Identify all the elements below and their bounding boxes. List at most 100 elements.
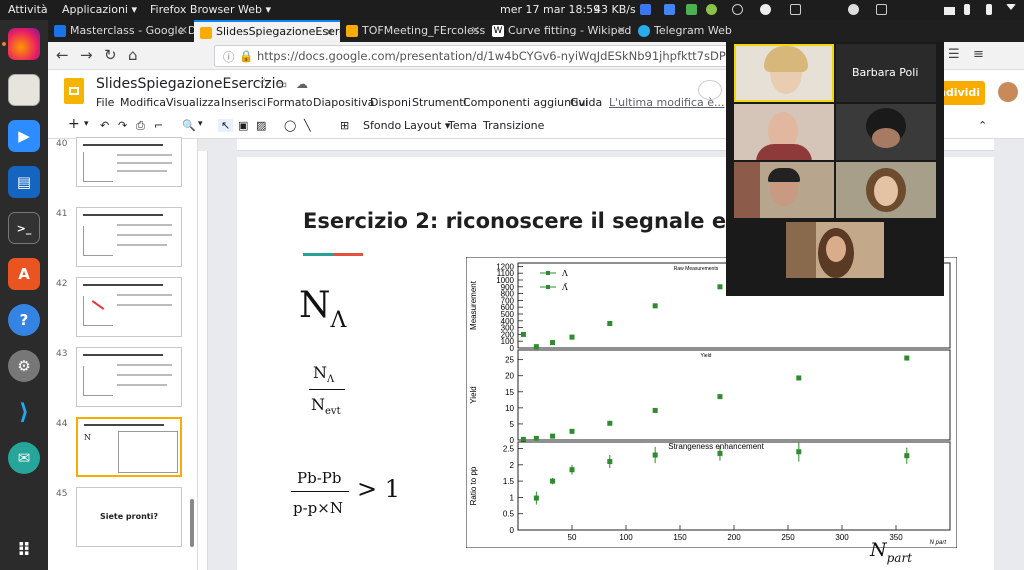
- video-tile-4[interactable]: [734, 162, 834, 218]
- slide-thumbnail-42[interactable]: [76, 277, 182, 337]
- update-tray-icon[interactable]: [706, 4, 717, 15]
- close-tab-icon[interactable]: ✕: [617, 24, 626, 37]
- url-bar[interactable]: ⓘ 🔒 https://docs.google.com/presentation…: [214, 45, 734, 67]
- writer-icon[interactable]: ▤: [8, 166, 40, 198]
- zoom-icon[interactable]: ▶: [8, 120, 40, 152]
- extensions-icon[interactable]: ☰: [948, 47, 960, 62]
- wifi-icon[interactable]: [944, 4, 955, 15]
- volume-icon[interactable]: [964, 4, 970, 15]
- background-button[interactable]: Sfondo: [363, 119, 401, 132]
- activities-button[interactable]: Attività: [8, 3, 48, 16]
- zoom-dropdown-icon[interactable]: ▾: [198, 119, 203, 129]
- software-icon[interactable]: A: [8, 258, 40, 290]
- help-icon[interactable]: ?: [8, 304, 40, 336]
- redo-icon[interactable]: ↷: [118, 119, 127, 132]
- slide-thumbnail-43[interactable]: [76, 347, 182, 407]
- avatar[interactable]: [998, 82, 1018, 102]
- video-tile-1[interactable]: [734, 44, 834, 102]
- slide-thumbnail-40[interactable]: [76, 137, 182, 187]
- paint-format-icon[interactable]: ⌐: [154, 119, 163, 132]
- menu-icon[interactable]: ≡: [973, 47, 984, 62]
- firefox-icon[interactable]: [8, 28, 40, 60]
- home-icon[interactable]: ⌂: [128, 46, 138, 64]
- new-slide-icon[interactable]: +: [68, 116, 80, 132]
- slide-thumbnail-45[interactable]: Siete pronti?: [76, 487, 182, 547]
- shape-icon[interactable]: ◯: [284, 119, 296, 132]
- close-tab-icon[interactable]: ✕: [471, 24, 480, 37]
- video-tile-5[interactable]: [836, 162, 936, 218]
- tab-slides[interactable]: SlidesSpiegazioneEserc ✕: [194, 20, 340, 42]
- tab-masterclass[interactable]: Masterclass - Google D ✕: [48, 20, 194, 42]
- menu-inserisci[interactable]: Inserisci: [221, 96, 266, 109]
- back-icon[interactable]: ←: [56, 46, 69, 64]
- new-slide-dropdown-icon[interactable]: ▾: [84, 119, 89, 129]
- lock-icon[interactable]: 🔒: [239, 49, 253, 63]
- slides-favicon-icon: [346, 25, 358, 37]
- video-call-overlay[interactable]: Barbara Poli: [726, 42, 944, 296]
- zoom-tray-icon[interactable]: [640, 4, 651, 15]
- applications-menu[interactable]: Applicazioni ▾: [62, 3, 137, 16]
- menu-modifica[interactable]: Modifica: [120, 96, 166, 109]
- cloud-tray-icon[interactable]: [732, 4, 743, 15]
- filmstrip-scrollbar[interactable]: [190, 499, 194, 547]
- menu-disponi[interactable]: Disponi: [370, 96, 411, 109]
- comment-add-icon[interactable]: ⊞: [340, 119, 349, 132]
- transition-button[interactable]: Transizione: [483, 119, 544, 132]
- firefox-app-menu[interactable]: Firefox Browser Web ▾: [150, 3, 271, 16]
- battery-icon[interactable]: [986, 4, 992, 15]
- document-title[interactable]: SlidesSpiegazioneEsercizio: [96, 76, 284, 92]
- theme-button[interactable]: Tema: [448, 119, 477, 132]
- cloud-status-icon[interactable]: ☁: [296, 77, 308, 91]
- mail-icon[interactable]: ✉: [8, 442, 40, 474]
- forward-icon[interactable]: →: [80, 46, 93, 64]
- video-tile-3[interactable]: [836, 104, 936, 160]
- info-icon[interactable]: ⓘ: [223, 49, 235, 65]
- layout-button[interactable]: Layout ▾: [404, 119, 450, 132]
- close-tab-icon[interactable]: ✕: [325, 26, 334, 39]
- slide-thumbnail-44[interactable]: N: [76, 417, 182, 477]
- apps-grid-icon[interactable]: ⠿: [8, 534, 40, 566]
- clock[interactable]: mer 17 mar 18:59: [500, 3, 600, 16]
- menu-diapositiva[interactable]: Diapositiva: [313, 96, 374, 109]
- strangeness-chart[interactable]: 0100200300400500600700800900100011001200…: [466, 257, 957, 548]
- tab-tofmeeting[interactable]: TOFMeeting_FErcoless ✕: [340, 20, 486, 42]
- slide-title[interactable]: Esercizio 2: riconoscere il segnale e il: [303, 209, 748, 233]
- menu-formato[interactable]: Formato: [267, 96, 313, 109]
- slide-thumbnail-41[interactable]: [76, 207, 182, 267]
- video-tile-2[interactable]: [734, 104, 834, 160]
- menu-visualizza[interactable]: Visualizza: [166, 96, 220, 109]
- terminal-icon[interactable]: >_: [8, 212, 40, 244]
- text-box-icon[interactable]: ▣: [238, 119, 248, 132]
- select-tool-icon[interactable]: ↖: [218, 119, 234, 132]
- bluetooth-tray-icon[interactable]: [790, 4, 801, 15]
- system-menu-arrow-icon[interactable]: [1006, 4, 1016, 10]
- zoom-icon-toolbar[interactable]: 🔍: [182, 119, 196, 132]
- slides-logo-icon[interactable]: [64, 78, 84, 104]
- user-tray-icon[interactable]: [848, 4, 859, 15]
- image-icon[interactable]: ▨: [256, 119, 266, 132]
- move-folder-icon[interactable]: ▭: [276, 77, 287, 91]
- star-icon[interactable]: ☆: [258, 76, 271, 92]
- n-lambda-formula[interactable]: NΛ: [299, 285, 346, 333]
- reload-icon[interactable]: ↻: [104, 46, 117, 64]
- vscode-icon[interactable]: ⟩: [8, 396, 40, 428]
- collapse-toolbar-icon[interactable]: ⌃: [978, 119, 987, 132]
- menu-guida[interactable]: Guida: [570, 96, 602, 109]
- tab-wikipedia[interactable]: W Curve fitting - Wikipedi ✕: [486, 20, 632, 42]
- line-icon[interactable]: ╲: [304, 119, 311, 132]
- print-icon[interactable]: ⎙: [136, 119, 145, 133]
- close-tab-icon[interactable]: ✕: [179, 24, 188, 37]
- info-tray-icon[interactable]: [760, 4, 771, 15]
- tab-telegram[interactable]: Telegram Web: [632, 20, 732, 42]
- settings-icon[interactable]: ⚙: [8, 350, 40, 382]
- video-tile-name[interactable]: Barbara Poli: [836, 44, 936, 102]
- video-tile-6[interactable]: [786, 222, 884, 278]
- status-tray-icon[interactable]: [686, 4, 697, 15]
- files-icon[interactable]: [8, 74, 40, 106]
- keyboard-tray-icon[interactable]: [876, 4, 887, 15]
- menu-strumenti[interactable]: Strumenti: [412, 96, 467, 109]
- undo-icon[interactable]: ↶: [100, 119, 109, 132]
- menu-file[interactable]: File: [96, 96, 114, 109]
- comments-icon[interactable]: [698, 80, 722, 100]
- meet-tray-icon[interactable]: [664, 4, 675, 15]
